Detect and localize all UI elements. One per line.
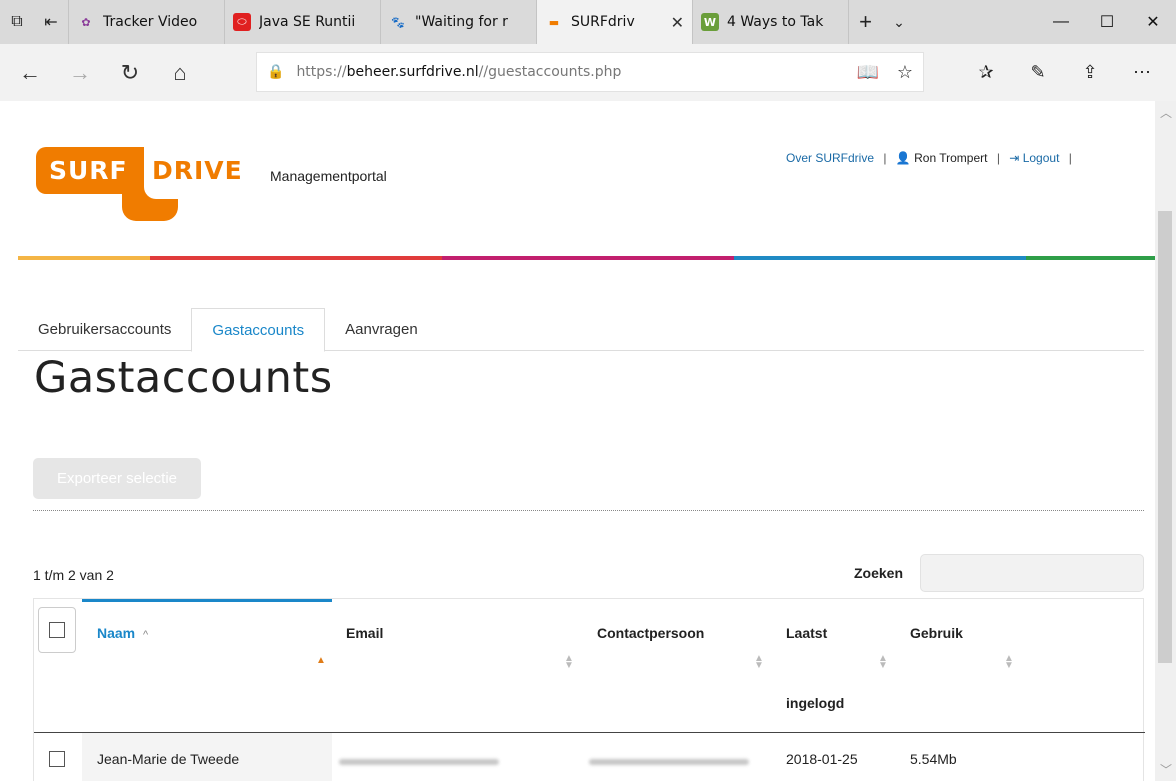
record-count: 1 t/m 2 van 2 [33, 567, 114, 583]
sort-both-icon: ▲ ▼ [754, 653, 764, 671]
tab-gastaccounts[interactable]: Gastaccounts [191, 308, 326, 352]
tab-actions-icon[interactable]: ⧉ [0, 0, 34, 44]
tab-title: Java SE Runtii [259, 14, 356, 30]
lock-icon: 🔒 [267, 64, 285, 80]
separator: | [1068, 151, 1072, 165]
forward-icon[interactable]: → [60, 53, 100, 93]
table-header: Naam ^ ▲ Email ▲ ▼ Contactpersoon ▲ ▼ Laat… [34, 599, 1145, 733]
scroll-up-icon[interactable]: ︿ [1160, 104, 1172, 121]
set-aside-tabs-icon[interactable]: ⇤ [34, 0, 68, 44]
active-sort-indicator [82, 599, 332, 602]
url-path: //guestaccounts.php [478, 64, 622, 80]
select-all-wrapper [38, 607, 76, 653]
sort-both-icon: ▲ ▼ [564, 653, 574, 671]
column-ingelogd[interactable]: ingelogd [786, 695, 844, 711]
tab-title: 4 Ways to Tak [727, 14, 824, 30]
tab-title: Tracker Video [103, 14, 198, 30]
table-row[interactable]: Jean-Marie de Tweede 2018-01-25 5.54Mb [34, 733, 1145, 781]
row-last-login: 2018-01-25 [786, 751, 858, 767]
section-tabs: Gebruikersaccounts Gastaccounts Aanvrage… [18, 308, 1144, 352]
favorites-list-icon[interactable]: ✰ [960, 52, 1012, 92]
home-icon[interactable]: ⌂ [160, 53, 200, 93]
column-laatst[interactable]: Laatst [786, 625, 827, 641]
user-icon: 👤 [895, 151, 911, 165]
tab-gebruikersaccounts[interactable]: Gebruikersaccounts [18, 308, 191, 351]
color-bar-segment [150, 256, 442, 260]
url-host: beheer.surfdrive.nl [346, 64, 479, 80]
color-bar-segment [1026, 256, 1155, 260]
redacted-email [339, 759, 499, 765]
close-tab-icon[interactable]: ✕ [671, 13, 684, 32]
tab-aanvragen[interactable]: Aanvragen [325, 308, 438, 351]
browser-tab-active[interactable]: ▬ SURFdriv ✕ [536, 0, 692, 44]
row-usage: 5.54Mb [910, 751, 957, 767]
search-input[interactable] [920, 554, 1144, 592]
oracle-favicon-icon: ⬭ [233, 13, 251, 31]
row-name: Jean-Marie de Tweede [97, 751, 240, 767]
color-bar-segment [734, 256, 880, 260]
column-naam[interactable]: Naam ^ [97, 625, 148, 641]
header-links: Over SURFdrive | 👤 Ron Trompert | ⇥ Logo… [786, 151, 1078, 165]
sort-arrow-up-icon: ▲ [316, 655, 326, 666]
color-bar-segment [880, 256, 1026, 260]
new-tab-icon[interactable]: + [848, 0, 882, 44]
close-window-icon[interactable]: ✕ [1130, 0, 1176, 44]
export-selection-button[interactable]: Exporteer selectie [33, 458, 201, 499]
column-contactpersoon[interactable]: Contactpersoon [597, 625, 704, 641]
guest-accounts-table: Naam ^ ▲ Email ▲ ▼ Contactpersoon ▲ ▼ Laat… [33, 598, 1145, 781]
pen-icon[interactable]: ✎ [1012, 52, 1064, 92]
browser-tab[interactable]: ⬭ Java SE Runtii [224, 0, 380, 44]
logout-icon: ⇥ [1009, 151, 1020, 165]
address-bar[interactable]: 🔒 https://beheer.surfdrive.nl//guestacco… [256, 52, 924, 92]
logo-text-right: DRIVE [152, 156, 243, 185]
maximize-icon[interactable]: ☐ [1084, 0, 1130, 44]
sort-asc-icon: ^ [143, 629, 149, 641]
row-checkbox[interactable] [49, 751, 65, 767]
surfdrive-favicon-icon: ▬ [548, 15, 560, 29]
browser-tab[interactable]: W 4 Ways to Tak [692, 0, 848, 44]
more-icon[interactable]: ⋯ [1116, 52, 1168, 92]
search-label: Zoeken [854, 565, 904, 581]
about-link[interactable]: Over SURFdrive [786, 151, 874, 165]
separator: | [996, 151, 1000, 165]
browser-nav-bar: ← → ↻ ⌂ 🔒 https://beheer.surfdrive.nl//g… [0, 44, 1176, 101]
refresh-icon[interactable]: ↻ [110, 53, 150, 93]
separator: | [883, 151, 887, 165]
page-scrollbar[interactable]: ︿ ﹀ [1155, 101, 1176, 781]
favorite-star-icon[interactable]: ☆ [897, 62, 913, 83]
portal-label: Managementportal [270, 168, 387, 184]
logout-link[interactable]: Logout [1023, 151, 1060, 165]
share-icon[interactable]: ⇪ [1064, 52, 1116, 92]
divider [33, 510, 1144, 511]
page-title: Gastaccounts [34, 353, 333, 403]
sort-both-icon: ▲ ▼ [1004, 653, 1014, 671]
back-icon[interactable]: ← [10, 53, 50, 93]
browser-tab-bar: ⧉ ⇤ ✿ Tracker Video ⬭ Java SE Runtii 🐾 "… [0, 0, 1176, 44]
gimp-favicon-icon: 🐾 [391, 15, 405, 29]
redacted-contact [589, 759, 749, 765]
select-all-checkbox[interactable] [49, 622, 65, 638]
brand-color-bar [18, 256, 1155, 260]
browser-tab[interactable]: 🐾 "Waiting for r [380, 0, 536, 44]
scrollbar-thumb[interactable] [1158, 211, 1172, 663]
column-gebruik[interactable]: Gebruik [910, 625, 963, 641]
page-content: SURF DRIVE Managementportal Over SURFdri… [0, 101, 1155, 781]
tab-title: "Waiting for r [415, 14, 508, 30]
browser-tab[interactable]: ✿ Tracker Video [68, 0, 224, 44]
minimize-icon[interactable]: — [1038, 0, 1084, 44]
chevron-down-icon[interactable]: ⌄ [882, 0, 916, 44]
wikihow-favicon-icon: W [701, 13, 719, 31]
column-email[interactable]: Email [346, 625, 383, 641]
logo-text-left: SURF [36, 147, 144, 194]
tracker-favicon-icon: ✿ [81, 15, 91, 29]
color-bar-segment [442, 256, 734, 260]
column-label: Naam [97, 625, 136, 641]
color-bar-segment [18, 256, 150, 260]
sort-both-icon: ▲ ▼ [878, 653, 888, 671]
tab-title: SURFdriv [571, 14, 635, 30]
user-name[interactable]: Ron Trompert [914, 151, 987, 165]
reading-view-icon[interactable]: 📖 [856, 62, 878, 83]
scroll-down-icon[interactable]: ﹀ [1160, 761, 1172, 778]
url-scheme: https:// [296, 64, 347, 80]
